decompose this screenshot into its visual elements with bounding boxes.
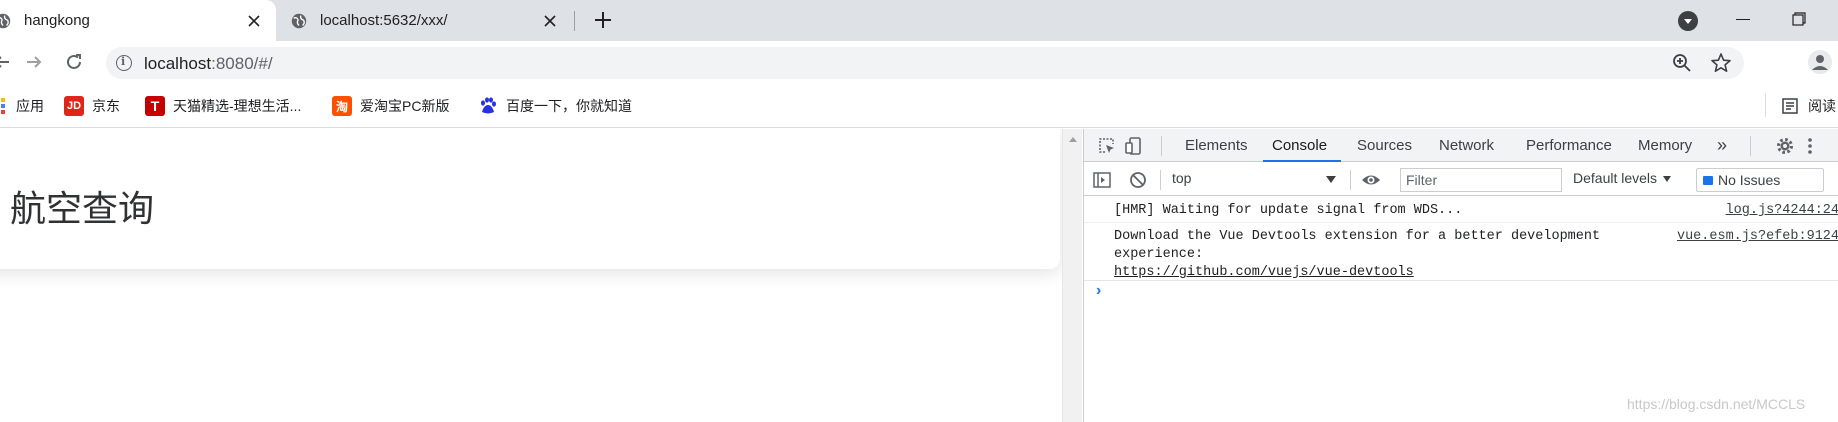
issues-flag-icon — [1703, 175, 1713, 185]
bookmark-baidu[interactable]: 百度一下，你就知道 — [478, 95, 632, 117]
settings-gear-icon[interactable] — [1775, 136, 1795, 156]
bookmark-label: 爱淘宝PC新版 — [360, 98, 450, 114]
bookmark-tmall[interactable]: T 天猫精选-理想生活... — [145, 95, 301, 117]
browser-toolbar: localhost:8080/#/ — [0, 41, 1838, 83]
bookmark-star-icon[interactable] — [1710, 52, 1732, 74]
console-message: Download the Vue Devtools extension for … — [1084, 223, 1838, 281]
clear-console-icon[interactable] — [1128, 170, 1148, 190]
log-levels-dropdown[interactable]: Default levels — [1573, 170, 1672, 186]
reading-list-icon — [1780, 96, 1800, 116]
bookmark-label: 百度一下，你就知道 — [506, 98, 632, 114]
filter-input[interactable] — [1401, 169, 1561, 191]
scroll-up-arrow-icon[interactable] — [1069, 137, 1077, 142]
apps-grid-icon — [0, 96, 8, 116]
new-tab-plus-icon[interactable] — [592, 9, 614, 31]
console-message-text: Download the Vue Devtools extension for … — [1114, 229, 1601, 280]
page-scrollbar[interactable] — [1062, 129, 1082, 422]
close-icon[interactable] — [540, 11, 560, 31]
page-title: 航空查询 — [10, 188, 155, 229]
jd-icon: JD — [64, 96, 84, 116]
tab-sources[interactable]: Sources — [1356, 129, 1413, 162]
bookmark-reading-list[interactable]: 阅读 — [1780, 95, 1836, 117]
device-toolbar-icon[interactable] — [1124, 136, 1144, 156]
close-icon[interactable] — [244, 11, 264, 31]
header-card: 航空查询 — [0, 129, 1060, 269]
bookmark-label: 应用 — [16, 98, 44, 114]
bookmark-taobao[interactable]: 淘 爱淘宝PC新版 — [332, 95, 449, 117]
tab-title: hangkong — [24, 12, 90, 29]
page-viewport: 航空查询 — [0, 129, 1062, 422]
console-message-source-link[interactable]: vue.esm.js?efeb:9124 — [1677, 228, 1838, 246]
show-sidebar-icon[interactable] — [1092, 170, 1112, 190]
site-info-icon[interactable] — [116, 55, 132, 71]
context-selector[interactable]: top — [1172, 170, 1342, 190]
console-message-source-link[interactable]: log.js?4244:24 — [1726, 202, 1838, 220]
log-levels-label: Default levels — [1573, 170, 1658, 186]
back-arrow-icon[interactable] — [0, 50, 14, 74]
bookmark-apps[interactable]: 应用 — [0, 95, 44, 117]
url-text[interactable]: localhost:8080/#/ — [144, 54, 273, 74]
forward-arrow-icon[interactable] — [22, 50, 46, 74]
toolbar-divider — [1750, 136, 1751, 156]
bookmark-divider — [1765, 93, 1766, 117]
zoom-icon[interactable] — [1672, 53, 1692, 73]
tab-title: localhost:5632/xxx/ — [320, 12, 448, 29]
bookmark-label: 阅读 — [1808, 98, 1836, 114]
console-message: [HMR] Waiting for update signal from WDS… — [1084, 197, 1838, 223]
toolbar-divider — [1350, 170, 1351, 190]
inspect-element-icon[interactable] — [1097, 136, 1117, 156]
tab-localhost-5632[interactable]: localhost:5632/xxx/ — [278, 0, 572, 41]
tab-search-icon[interactable] — [1678, 11, 1698, 31]
console-toolbar: top Default levels No Issues — [1084, 163, 1838, 196]
bookmark-label: 天猫精选-理想生活... — [173, 98, 302, 114]
filter-field[interactable] — [1400, 168, 1562, 192]
issues-label: No Issues — [1718, 172, 1781, 188]
globe-icon — [0, 13, 11, 28]
minimize-icon[interactable] — [1736, 19, 1750, 20]
address-bar[interactable]: localhost:8080/#/ — [106, 47, 1744, 79]
chevron-down-icon — [1326, 176, 1336, 183]
tmall-icon: T — [145, 96, 165, 116]
globe-icon — [291, 13, 307, 28]
bookmarks-bar: 应用 JD 京东 T 天猫精选-理想生活... 淘 爱淘宝PC新版 百度一下，你… — [0, 83, 1838, 128]
issues-counter-button[interactable]: No Issues — [1696, 168, 1824, 192]
chevron-down-icon — [1663, 176, 1672, 183]
tab-performance[interactable]: Performance — [1525, 129, 1613, 162]
tab-network[interactable]: Network — [1438, 129, 1495, 162]
devtools-tabbar: Elements Console Sources Network Perform… — [1084, 129, 1838, 162]
console-prompt-chevron-icon[interactable]: › — [1096, 282, 1101, 300]
tab-memory[interactable]: Memory — [1637, 129, 1693, 162]
tab-console[interactable]: Console — [1263, 129, 1342, 162]
profile-avatar-icon[interactable] — [1808, 50, 1832, 74]
tab-elements[interactable]: Elements — [1184, 129, 1249, 162]
more-tabs-chevron-icon[interactable]: » — [1716, 129, 1728, 162]
toolbar-divider — [1161, 136, 1162, 156]
bookmark-jd[interactable]: JD 京东 — [64, 95, 120, 117]
tab-hangkong[interactable]: hangkong — [0, 0, 276, 41]
live-expression-eye-icon[interactable] — [1361, 170, 1381, 190]
tab-strip: hangkong localhost:5632/xxx/ — [0, 0, 1838, 41]
toolbar-divider — [1160, 170, 1161, 190]
context-label: top — [1172, 170, 1192, 186]
tab-separator — [574, 11, 575, 31]
vue-devtools-link[interactable]: https://github.com/vuejs/vue-devtools — [1114, 265, 1414, 280]
baidu-paw-icon — [478, 96, 498, 116]
console-output[interactable]: [HMR] Waiting for update signal from WDS… — [1084, 197, 1838, 422]
more-options-kebab-icon[interactable] — [1806, 136, 1814, 156]
watermark: https://blog.csdn.net/MCCLS — [1627, 396, 1806, 412]
taobao-icon: 淘 — [332, 96, 352, 116]
console-message-text: [HMR] Waiting for update signal from WDS… — [1114, 203, 1463, 218]
restore-window-icon[interactable] — [1792, 12, 1806, 26]
bookmark-label: 京东 — [92, 98, 120, 114]
devtools-panel: Elements Console Sources Network Perform… — [1083, 129, 1838, 422]
reload-icon[interactable] — [62, 50, 86, 74]
